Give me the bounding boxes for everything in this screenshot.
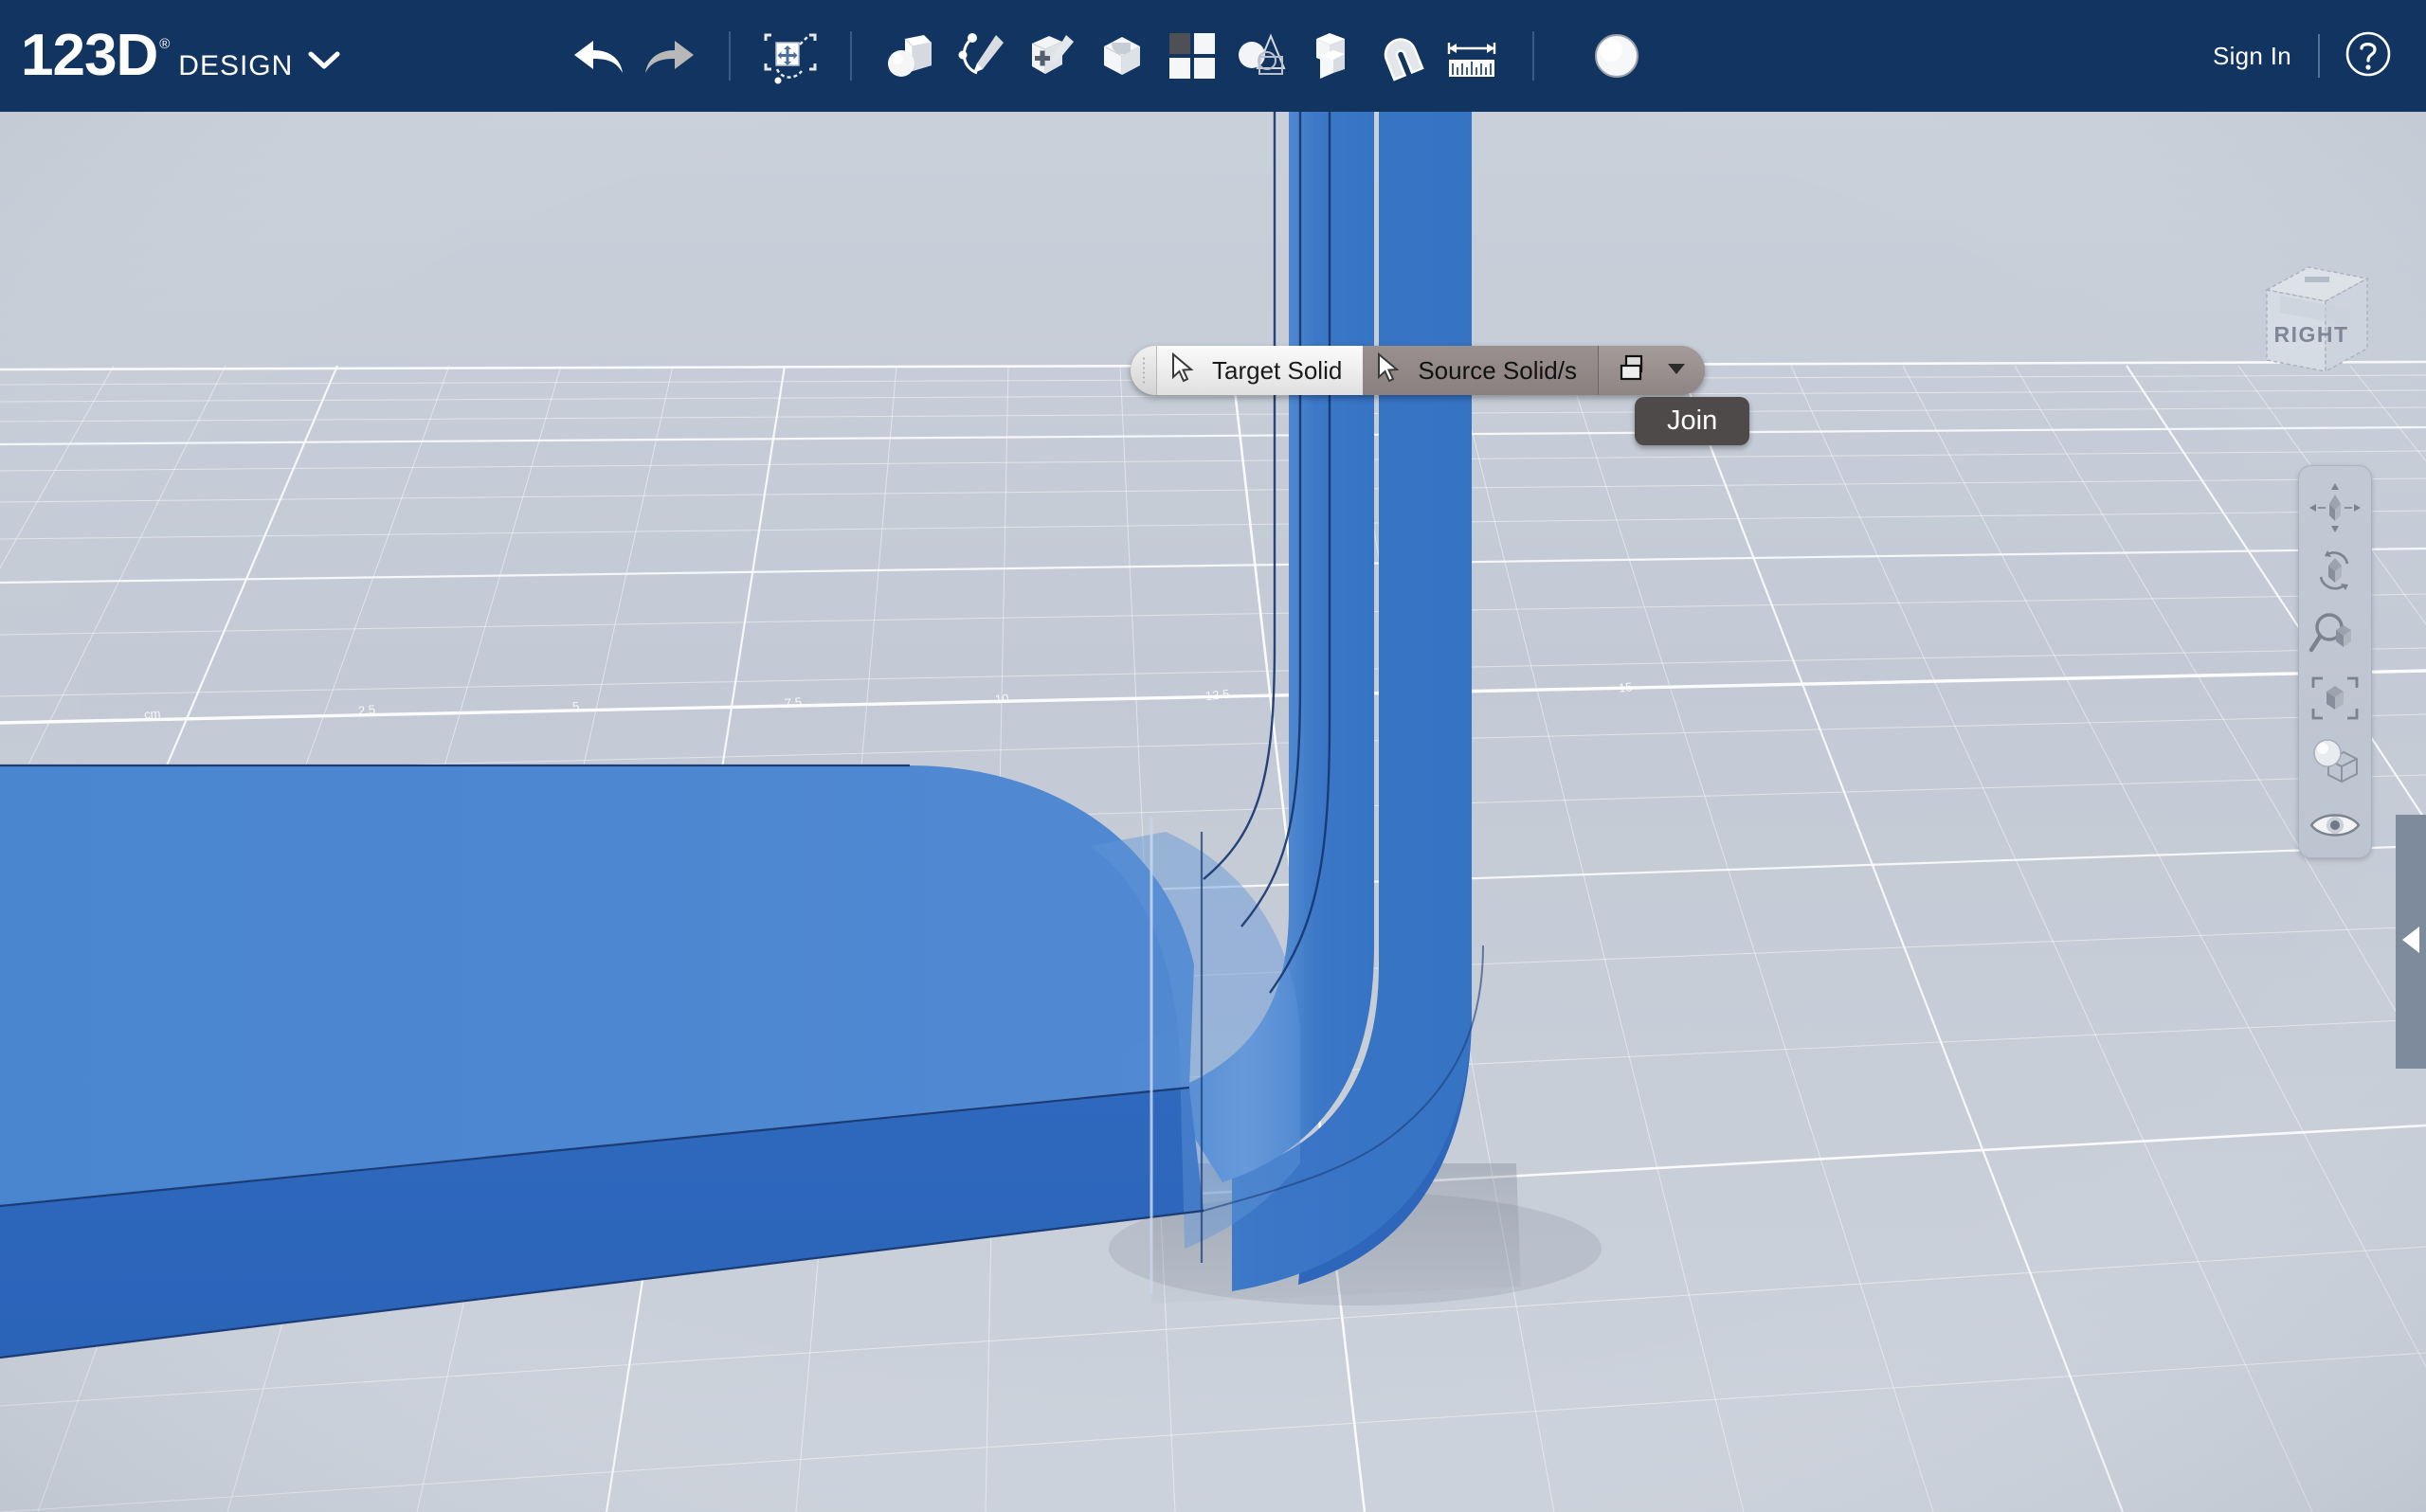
join-button[interactable]: Join [1635,397,1750,445]
fit-brackets-cube-icon[interactable] [2302,667,2368,730]
logo-text-sub: DESIGN [178,50,294,81]
target-solid-button[interactable]: Target Solid [1157,346,1364,395]
select-cursor-icon [1170,351,1195,389]
pan-cube-arrows-icon[interactable] [2302,476,2368,539]
zoom-magnifier-cube-icon[interactable] [2302,603,2368,666]
combine-toolbar[interactable]: Target Solid Source Solid/s [1131,346,1705,395]
toolbar-divider-3 [1532,31,1535,81]
logo-text-main: 123D [21,23,158,88]
target-solid-label: Target Solid [1212,355,1343,385]
help-question-icon[interactable] [2345,30,2392,82]
transform-move-icon[interactable] [761,27,820,85]
toolbar-divider-2 [850,31,853,81]
select-cursor-icon [1376,351,1401,389]
app-logo[interactable]: 123D ® DESIGN [21,27,340,85]
source-solids-button[interactable]: Source Solid/s [1363,346,1598,395]
boolean-type-selector[interactable] [1597,346,1705,395]
redo-button[interactable] [640,27,698,85]
undo-button[interactable] [570,27,628,85]
top-toolbar: 123D ® DESIGN Sign In [0,0,2426,112]
modify-box-icon[interactable] [1093,27,1151,85]
snap-magnet-icon[interactable] [1373,27,1432,85]
eye-visibility-icon[interactable] [2302,794,2368,857]
sketch-pencil-icon[interactable] [952,27,1011,85]
3d-viewport[interactable]: cm 2.5 5 7.5 10 12.5 15 Target Solid Sou… [0,112,2426,1512]
right-panel-expander[interactable] [2396,815,2426,1069]
grouping-shapes-icon[interactable] [1233,27,1292,85]
orbit-cube-rotate-icon[interactable] [2302,539,2368,603]
view-cube[interactable]: TOP RIGHT [2255,254,2379,377]
pattern-squares-icon[interactable] [1163,27,1222,85]
material-sphere-icon[interactable] [1587,27,1646,85]
triangle-left-icon [2399,923,2423,962]
navigation-bar [2298,465,2372,858]
topbar-right-group: Sign In [2213,30,2392,82]
boolean-join-icon [1618,352,1650,389]
model-solid-blue[interactable] [0,112,2426,1512]
display-sphere-wireframe-icon[interactable] [2302,730,2368,794]
construct-box-pencil-icon[interactable] [1023,27,1081,85]
sign-in-button[interactable]: Sign In [2213,42,2291,71]
undo-redo-group [564,27,704,85]
chevron-down-icon[interactable] [308,50,340,76]
toolbar-divider [729,31,732,81]
main-tool-group [877,27,1508,85]
help-divider [2318,34,2320,78]
viewcube-front-label: RIGHT [2273,322,2349,347]
logo-registered-mark: ® [159,36,171,52]
triangle-down-icon[interactable] [1667,362,1686,380]
combine-solids-icon[interactable] [1303,27,1362,85]
measure-ruler-icon[interactable] [1443,27,1502,85]
source-solids-label: Source Solid/s [1418,355,1577,385]
primitives-sphere-box-icon[interactable] [882,27,941,85]
